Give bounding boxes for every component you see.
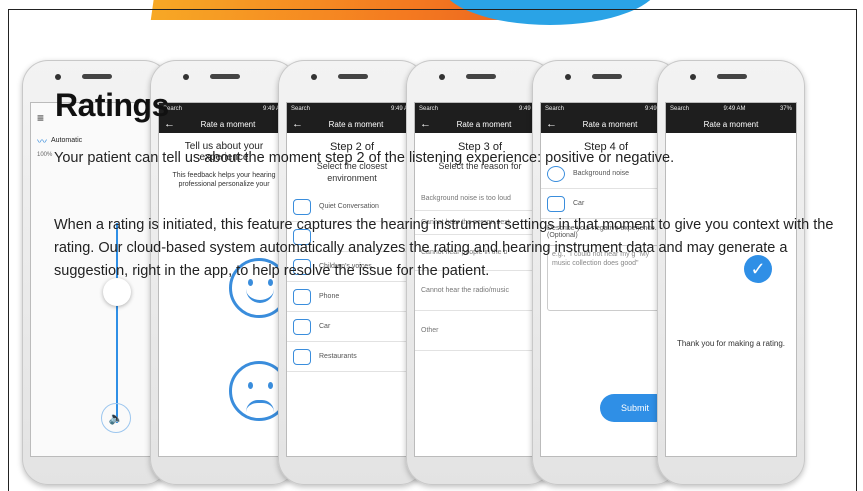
back-arrow-icon[interactable]: ← bbox=[292, 118, 310, 130]
hamburger-icon[interactable]: ≡ bbox=[37, 111, 44, 125]
back-arrow-icon[interactable]: ← bbox=[420, 118, 438, 130]
reason-option[interactable]: Other bbox=[415, 311, 545, 351]
status-bar: Search 9:49 AM bbox=[287, 103, 417, 115]
status-bar: Search 9:49 AM bbox=[415, 103, 545, 115]
slide-title: Ratings bbox=[55, 87, 169, 123]
option-label: Phone bbox=[319, 293, 340, 301]
environment-option[interactable]: Car bbox=[287, 312, 417, 343]
status-bar: Search 9:49 AM bbox=[541, 103, 671, 115]
camera-dot bbox=[439, 74, 445, 80]
row-label: Car bbox=[573, 200, 585, 207]
phone-icon bbox=[293, 288, 311, 305]
camera-dot bbox=[183, 74, 189, 80]
nav-title: Rate a moment bbox=[703, 119, 759, 129]
program-row[interactable]: 〰 Automatic bbox=[31, 133, 161, 148]
speaker-icon[interactable]: 🔈 bbox=[101, 403, 131, 433]
slide: ≡ 〰 Automatic 100% 🔈 Search 9:49 AM ← Ra… bbox=[0, 0, 863, 491]
camera-dot bbox=[311, 74, 317, 80]
status-carrier: Search bbox=[670, 106, 690, 112]
thank-you-message: Thank you for making a rating. bbox=[676, 339, 786, 348]
nav-title: Rate a moment bbox=[200, 119, 256, 129]
nav-bar: ← Rate a moment bbox=[287, 115, 417, 133]
speaker-slot bbox=[338, 74, 368, 79]
slide-paragraph-1: Your patient can tell us about the momen… bbox=[54, 150, 675, 166]
status-bar: Search 9:49 AM 37% bbox=[666, 103, 796, 115]
nav-title: Rate a moment bbox=[456, 119, 512, 129]
status-carrier: Search bbox=[419, 106, 439, 112]
option-label: Car bbox=[319, 323, 331, 331]
nav-title: Rate a moment bbox=[328, 119, 384, 129]
speaker-slot bbox=[592, 74, 622, 79]
program-icon: 〰 bbox=[37, 137, 47, 148]
restaurant-icon bbox=[293, 348, 311, 365]
option-label: Restaurants bbox=[319, 353, 357, 361]
car-icon bbox=[293, 318, 311, 335]
slide-paragraph-2: When a rating is initiated, this feature… bbox=[54, 217, 834, 279]
camera-dot bbox=[690, 74, 696, 80]
status-time: 9:49 AM bbox=[723, 106, 746, 112]
nav-bar: ← Rate a moment bbox=[541, 115, 671, 133]
program-label: Automatic bbox=[51, 137, 83, 144]
conversation-icon bbox=[293, 198, 311, 215]
nav-title: Rate a moment bbox=[582, 119, 638, 129]
car-icon bbox=[547, 195, 565, 212]
speaker-slot bbox=[717, 74, 747, 79]
nav-bar: ← Rate a moment bbox=[159, 115, 289, 133]
nav-bar: Rate a moment bbox=[666, 115, 796, 133]
row-label: Background noise bbox=[573, 170, 630, 177]
nav-bar: ← Rate a moment bbox=[415, 115, 545, 133]
reason-option[interactable]: Background noise is too loud bbox=[415, 187, 545, 211]
environment-option[interactable]: Phone bbox=[287, 282, 417, 313]
option-label: Quiet Conversation bbox=[319, 203, 379, 211]
status-bar: Search 9:49 AM bbox=[159, 103, 289, 115]
intro-text: This feedback helps your hearing profess… bbox=[172, 172, 276, 189]
speaker-slot bbox=[210, 74, 240, 79]
camera-dot bbox=[55, 74, 61, 80]
environment-option[interactable]: Restaurants bbox=[287, 342, 417, 373]
speaker-slot bbox=[466, 74, 496, 79]
status-carrier: Search bbox=[545, 106, 565, 112]
speaker-slot bbox=[82, 74, 112, 79]
status-battery: 37% bbox=[779, 106, 792, 112]
status-carrier: Search bbox=[291, 106, 311, 112]
back-arrow-icon[interactable]: ← bbox=[546, 118, 564, 130]
camera-dot bbox=[565, 74, 571, 80]
